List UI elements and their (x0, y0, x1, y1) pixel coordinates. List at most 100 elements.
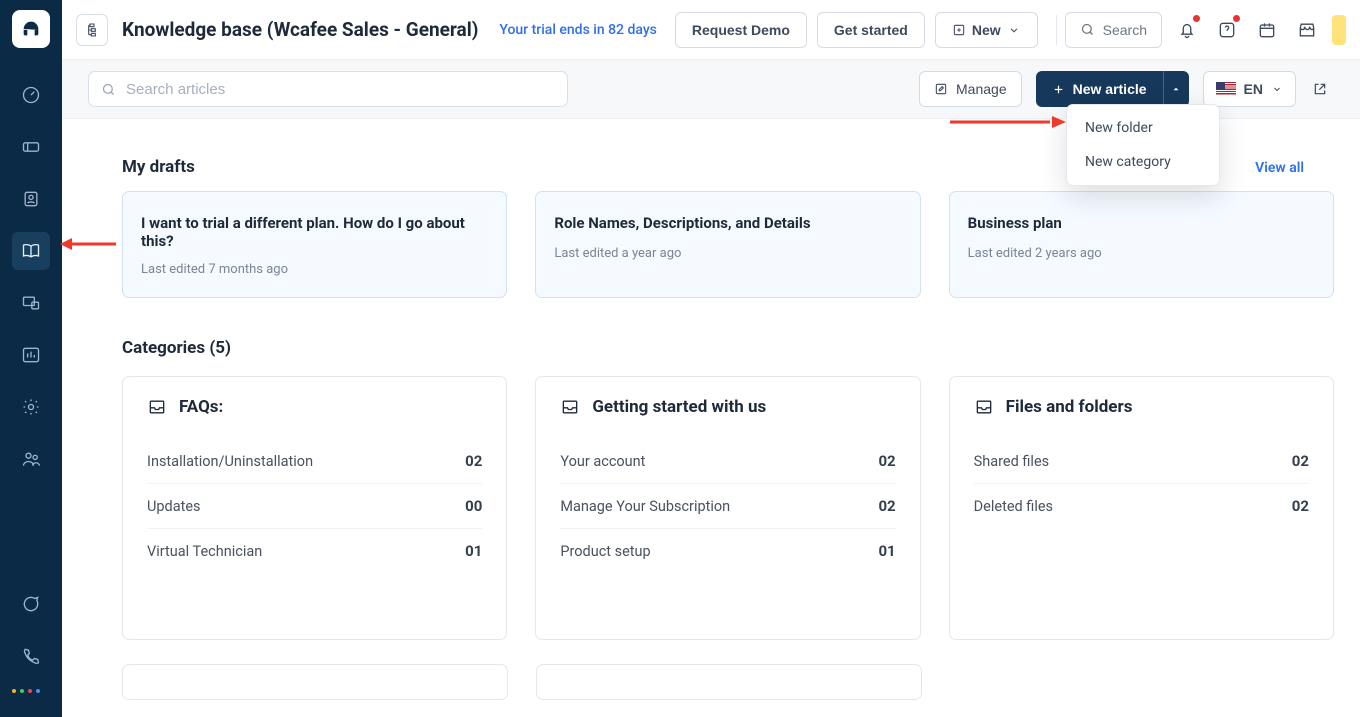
calendar-button[interactable] (1252, 15, 1282, 45)
new-article-button[interactable]: New article (1036, 71, 1163, 107)
draft-card[interactable]: I want to trial a different plan. How do… (122, 191, 507, 298)
help-button[interactable] (1212, 15, 1242, 45)
categories-heading: Categories (5) (122, 338, 1334, 358)
new-article-dropdown: New folder New category (1066, 104, 1220, 186)
nav-team[interactable] (12, 440, 50, 478)
dropdown-new-category[interactable]: New category (1067, 145, 1219, 179)
view-all-link[interactable]: View all (1255, 160, 1304, 176)
draft-title: Role Names, Descriptions, and Details (554, 214, 901, 234)
store-icon (1297, 20, 1317, 40)
ticket-icon (21, 137, 41, 157)
get-started-button[interactable]: Get started (817, 12, 925, 48)
caret-up-icon (1171, 84, 1181, 94)
new-article-caret-button[interactable] (1163, 71, 1189, 107)
folder-row[interactable]: Manage Your Subscription02 (560, 484, 895, 529)
nav-knowledge-base[interactable] (12, 232, 50, 270)
folder-row[interactable]: Installation/Uninstallation02 (147, 439, 482, 484)
search-icon (101, 82, 116, 97)
people-icon (21, 449, 41, 469)
app-logo[interactable] (12, 10, 50, 48)
folder-row[interactable]: Virtual Technician01 (147, 529, 482, 573)
language-button[interactable]: EN (1203, 71, 1296, 107)
folder-row[interactable]: Your account02 (560, 439, 895, 484)
global-search-button[interactable]: Search (1065, 12, 1162, 48)
chevron-down-icon (1271, 83, 1283, 95)
gear-icon (21, 397, 41, 417)
new-article-split-button: New article (1036, 71, 1189, 107)
calendar-icon (1257, 20, 1277, 40)
category-card[interactable]: Getting started with us Your account02 M… (535, 376, 920, 640)
tray-icon (560, 397, 580, 417)
draft-meta: Last edited 2 years ago (968, 246, 1315, 261)
folder-row[interactable]: Shared files02 (974, 439, 1309, 484)
bell-icon (1177, 20, 1197, 40)
folder-row[interactable]: Product setup01 (560, 529, 895, 573)
folder-row[interactable]: Updates00 (147, 484, 482, 529)
new-button[interactable]: New (935, 12, 1038, 48)
flag-us-icon (1216, 82, 1236, 96)
plus-square-icon (952, 23, 966, 37)
manage-button[interactable]: Manage (919, 71, 1022, 107)
top-bar: Knowledge base (Wcafee Sales - General) … (62, 0, 1360, 60)
more-category-cards (122, 664, 1334, 700)
contact-icon (21, 189, 41, 209)
trial-notice[interactable]: Your trial ends in 82 days (499, 22, 657, 38)
draft-meta: Last edited 7 months ago (141, 262, 488, 277)
search-articles-input[interactable] (126, 81, 555, 98)
category-card[interactable] (536, 664, 922, 700)
folder-row[interactable]: Deleted files02 (974, 484, 1309, 528)
nav-social[interactable] (12, 284, 50, 322)
draft-meta: Last edited a year ago (554, 246, 901, 261)
notifications-button[interactable] (1172, 15, 1202, 45)
phone-icon (21, 646, 41, 666)
nav-dashboard[interactable] (12, 76, 50, 114)
nav-more-dots[interactable] (12, 689, 40, 695)
account-chip[interactable] (1332, 15, 1346, 45)
book-icon (21, 241, 41, 261)
left-nav (0, 0, 62, 717)
edit-icon (934, 82, 948, 96)
tree-icon (84, 22, 100, 38)
request-demo-button[interactable]: Request Demo (675, 12, 807, 48)
plus-icon (1052, 83, 1065, 96)
draft-card[interactable]: Role Names, Descriptions, and Details La… (535, 191, 920, 298)
page-title: Knowledge base (Wcafee Sales - General) (122, 18, 478, 41)
divider (1056, 15, 1057, 45)
search-articles-field[interactable] (88, 71, 568, 107)
help-dot (1233, 15, 1240, 22)
draft-title: I want to trial a different plan. How do… (141, 214, 488, 250)
draft-title: Business plan (968, 214, 1315, 234)
tray-icon (974, 397, 994, 417)
category-name: Files and folders (1006, 397, 1133, 417)
chat-icon (21, 594, 41, 614)
gauge-icon (21, 85, 41, 105)
category-name: Getting started with us (592, 397, 766, 417)
category-name: FAQs: (179, 397, 223, 417)
category-card[interactable]: FAQs: Installation/Uninstallation02 Upda… (122, 376, 507, 640)
external-link-icon (1312, 81, 1328, 97)
nav-chat[interactable] (12, 585, 50, 623)
nav-admin[interactable] (12, 388, 50, 426)
dropdown-new-folder[interactable]: New folder (1067, 111, 1219, 145)
nav-phone[interactable] (12, 637, 50, 675)
help-icon (1217, 20, 1237, 40)
draft-cards: I want to trial a different plan. How do… (122, 191, 1334, 298)
nav-reports[interactable] (12, 336, 50, 374)
headset-icon (20, 18, 42, 40)
category-card[interactable] (122, 664, 508, 700)
tray-icon (147, 397, 167, 417)
marketplace-button[interactable] (1292, 15, 1322, 45)
nav-tickets[interactable] (12, 128, 50, 166)
category-card-empty (950, 664, 1334, 700)
nav-contacts[interactable] (12, 180, 50, 218)
search-icon (1080, 22, 1095, 37)
drafts-heading: My drafts (122, 157, 195, 177)
notification-dot (1193, 15, 1200, 22)
chart-icon (21, 345, 41, 365)
chevron-down-icon (1007, 23, 1021, 37)
draft-card[interactable]: Business plan Last edited 2 years ago (949, 191, 1334, 298)
tree-toggle-button[interactable] (76, 14, 108, 46)
screens-icon (21, 293, 41, 313)
open-portal-button[interactable] (1306, 71, 1334, 107)
category-card[interactable]: Files and folders Shared files02 Deleted… (949, 376, 1334, 640)
